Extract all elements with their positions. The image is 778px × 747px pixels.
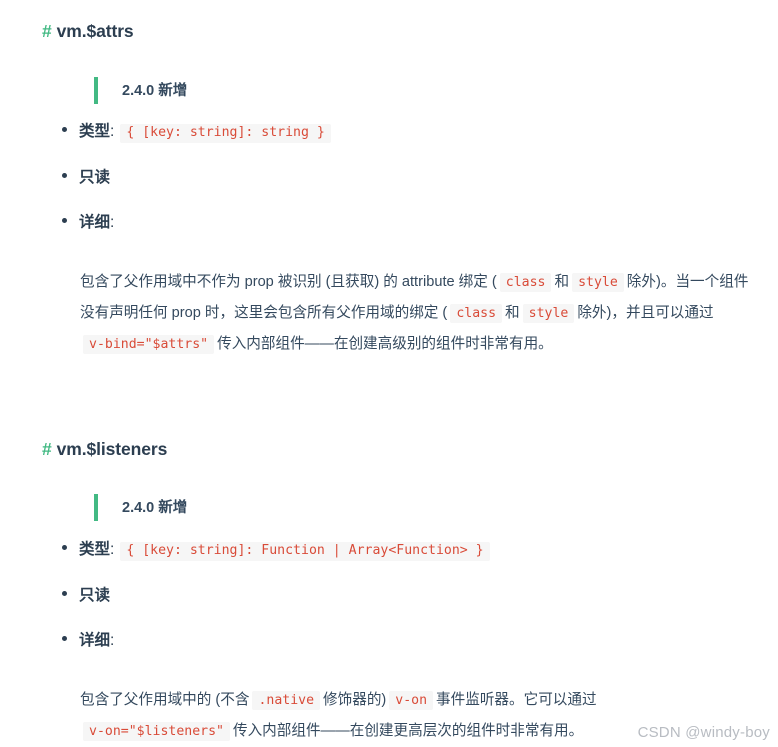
list-item: 详细: (62, 212, 120, 234)
since-blockquote-attrs: 2.4.0 新增 (94, 77, 187, 104)
type-code: { [key: string]: string } (120, 124, 331, 143)
list-item-colon: : (110, 541, 115, 558)
blockquote-bar (94, 77, 98, 104)
since-version-text: 2.4.0 新增 (122, 82, 188, 99)
bullet-dot-icon (62, 545, 67, 550)
list-item-label: 类型 (79, 541, 111, 558)
list-item-label: 详细 (79, 632, 111, 649)
anchor-hash-icon: # (42, 20, 52, 41)
list-item: 只读 (62, 585, 110, 607)
inline-code: class (499, 272, 552, 292)
section-heading-listeners-text: vm.$listeners (56, 438, 168, 459)
section-heading-attrs-text: vm.$attrs (56, 20, 134, 41)
type-code: { [key: string]: Function | Array<Functi… (120, 542, 490, 561)
bullet-dot-icon (62, 173, 67, 178)
list-item-label: 只读 (79, 587, 111, 604)
detail-paragraph-attrs: 包含了父作用域中不作为 prop 被识别 (且获取) 的 attribute 绑… (80, 272, 749, 354)
list-item: 类型: { [key: string]: string } (62, 121, 331, 143)
bullet-dot-icon (62, 127, 67, 132)
anchor-hash-icon: # (42, 438, 52, 459)
inline-code: class (450, 303, 503, 323)
inline-code: v-bind="$attrs" (83, 334, 215, 354)
inline-code: style (572, 272, 624, 292)
section-heading-attrs[interactable]: # vm.$attrs (42, 20, 134, 42)
inline-code: v-on="$listeners" (83, 721, 230, 741)
bullet-dot-icon (62, 218, 67, 223)
inline-code: v-on (389, 690, 434, 710)
csdn-watermark: CSDN @windy-boy (637, 724, 770, 741)
bullet-dot-icon (62, 591, 67, 596)
document-page: # vm.$attrs 2.4.0 新增 类型: { [key: string]:… (0, 0, 778, 747)
section-heading-listeners[interactable]: # vm.$listeners (42, 438, 167, 460)
list-item: 详细: (62, 630, 120, 652)
list-item-colon: : (110, 214, 115, 231)
list-item-colon: : (110, 123, 115, 140)
list-item-colon: : (110, 632, 115, 649)
list-item: 只读 (62, 167, 110, 189)
list-item: 类型: { [key: string]: Function | Array<Fu… (62, 539, 490, 561)
since-blockquote-listeners: 2.4.0 新增 (94, 494, 187, 521)
list-item-label: 详细 (79, 214, 111, 231)
list-item-label: 只读 (79, 169, 111, 186)
blockquote-bar (94, 494, 98, 521)
list-item-label: 类型 (79, 123, 111, 140)
since-version-text: 2.4.0 新增 (122, 499, 188, 516)
bullet-dot-icon (62, 636, 67, 641)
inline-code: style (522, 303, 575, 323)
inline-code: .native (252, 690, 321, 710)
